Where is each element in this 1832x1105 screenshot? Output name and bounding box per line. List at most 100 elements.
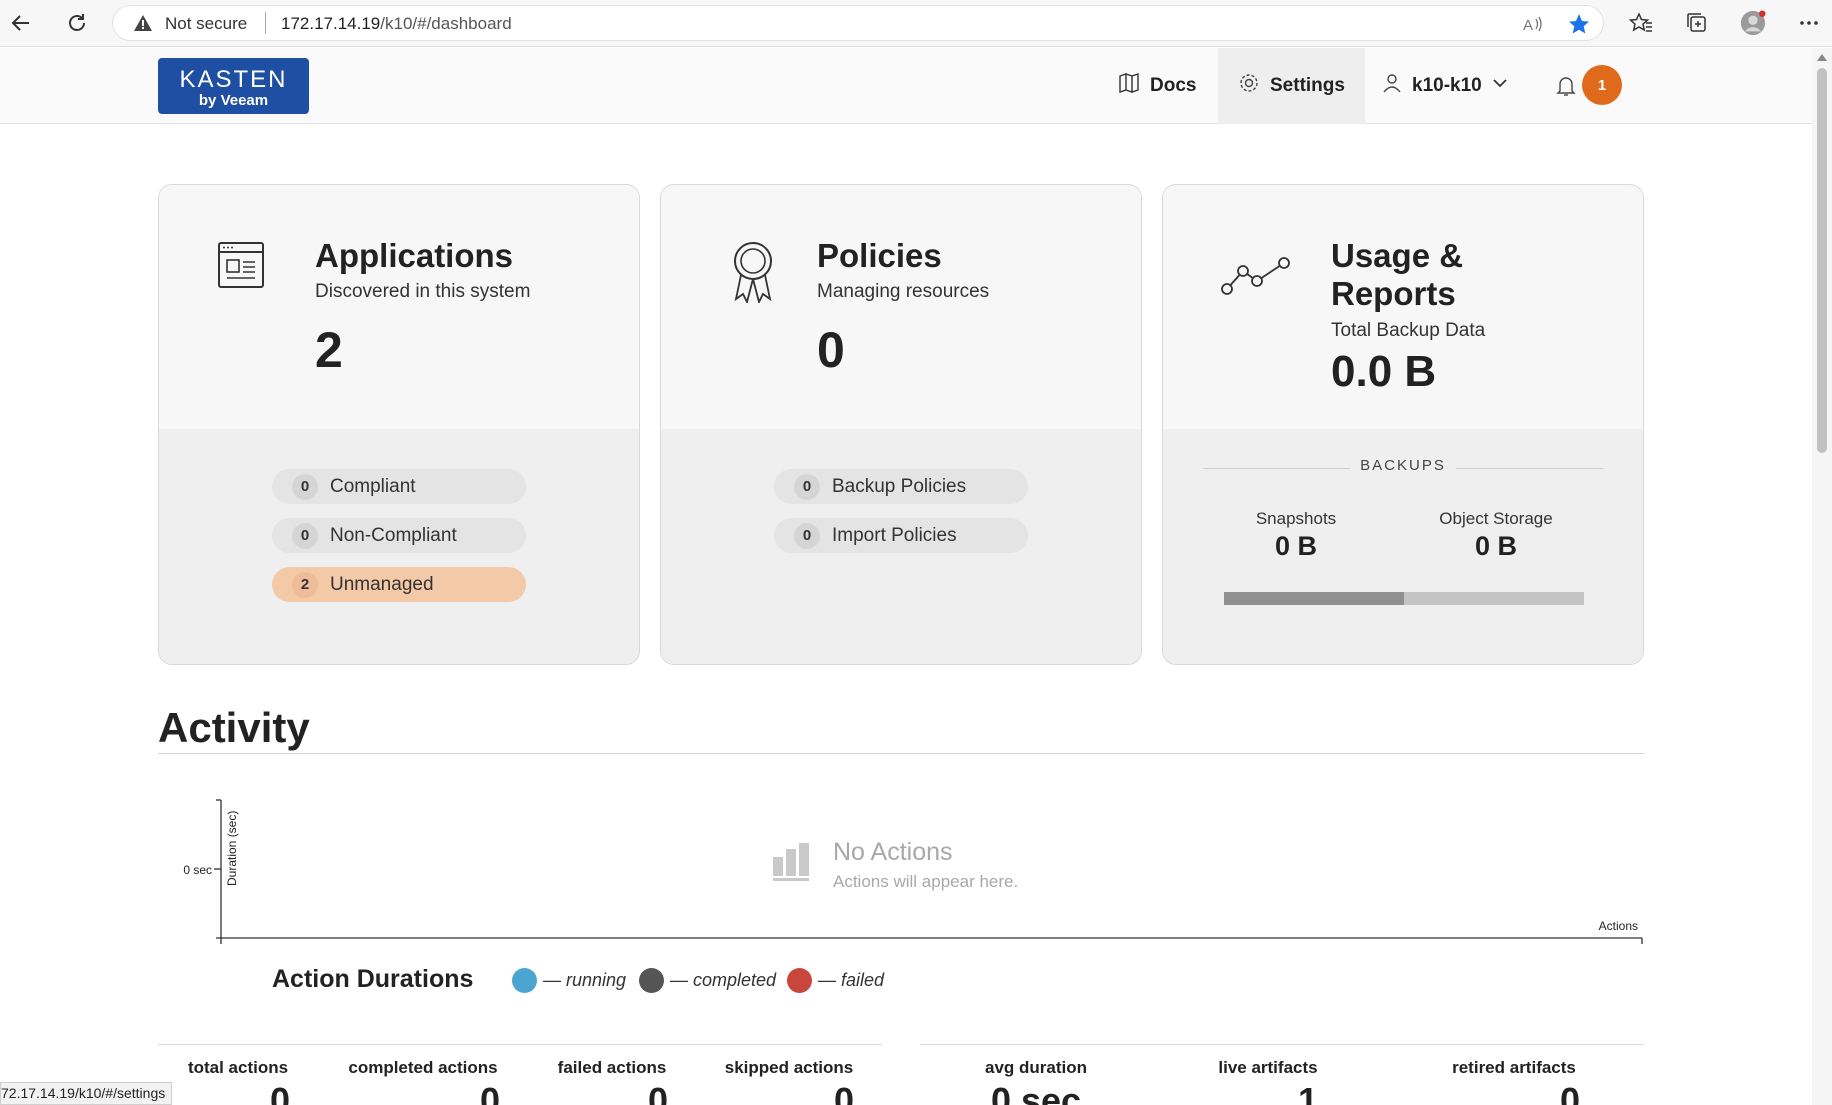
favorites-icon[interactable] xyxy=(1628,10,1654,36)
browser-toolbar: Not secure 172.17.14.19/k10/#/dashboard … xyxy=(0,0,1832,47)
read-aloud-icon[interactable]: A xyxy=(1521,12,1545,41)
snapshots-usage-fill xyxy=(1224,592,1404,605)
app-header: KASTEN by Veeam Docs Settings k10-k10 1 xyxy=(0,48,1812,124)
user-icon xyxy=(1382,73,1402,99)
live-artifacts-value: 1 xyxy=(1297,1080,1319,1105)
policies-count: 0 xyxy=(817,322,845,378)
logo-sub-text: by Veeam xyxy=(198,92,269,109)
retired-artifacts-value: 0 xyxy=(1559,1080,1581,1105)
pill-unmanaged[interactable]: 2 Unmanaged xyxy=(272,567,526,602)
empty-state-subtitle: Actions will appear here. xyxy=(833,872,1019,891)
legend-title: Action Durations xyxy=(272,965,474,993)
user-menu-label: k10-k10 xyxy=(1412,75,1482,96)
url-text: 172.17.14.19/k10/#/dashboard xyxy=(281,14,512,34)
award-ribbon-icon xyxy=(731,241,775,308)
pill-label: Import Policies xyxy=(832,524,957,546)
kasten-logo[interactable]: KASTEN by Veeam xyxy=(158,58,309,114)
applications-title: Applications xyxy=(315,237,514,274)
gear-icon xyxy=(1238,72,1260,100)
pill-count: 2 xyxy=(292,571,318,598)
storage-usage-bar xyxy=(1224,592,1584,605)
pill-label: Unmanaged xyxy=(330,573,434,595)
pill-label: Compliant xyxy=(330,475,416,497)
avg-duration-label: avg duration xyxy=(984,1058,1087,1077)
pill-count: 0 xyxy=(292,522,318,549)
applications-card[interactable]: Applications Discovered in this system 2… xyxy=(158,184,640,665)
y-axis-label: Duration (sec) xyxy=(225,811,239,886)
back-arrow-icon[interactable] xyxy=(8,10,34,36)
y-tick-label: 0 sec xyxy=(183,863,212,877)
total-actions-label: total actions xyxy=(187,1058,289,1077)
usage-reports-card[interactable]: Usage & Reports Total Backup Data 0.0 B … xyxy=(1162,184,1644,665)
chevron-down-icon xyxy=(1492,75,1508,97)
activity-heading: Activity xyxy=(158,704,310,751)
object-storage-label: Object Storage xyxy=(1439,509,1553,528)
backups-label: BACKUPS xyxy=(1350,457,1456,474)
line-graph-icon xyxy=(1221,255,1291,300)
usage-total: 0.0 B xyxy=(1331,347,1437,396)
live-artifacts-label: live artifacts xyxy=(1218,1058,1318,1077)
legend-dot xyxy=(639,968,664,993)
scrollbar-thumb[interactable] xyxy=(1817,68,1827,453)
pill-count: 0 xyxy=(794,473,820,500)
failed-actions-label: failed actions xyxy=(557,1058,667,1077)
legend-running: — running xyxy=(512,968,626,993)
address-bar[interactable]: Not secure 172.17.14.19/k10/#/dashboard … xyxy=(112,5,1604,41)
scroll-up-arrow-icon[interactable] xyxy=(1817,54,1827,61)
notification-badge[interactable]: 1 xyxy=(1582,65,1622,105)
policies-title: Policies xyxy=(817,237,942,274)
failed-actions-value: 0 xyxy=(647,1080,669,1105)
more-menu-icon[interactable] xyxy=(1796,10,1822,36)
reload-icon[interactable] xyxy=(64,10,90,36)
snapshots-label: Snapshots xyxy=(1255,509,1337,528)
summary-divider-left xyxy=(158,1044,882,1045)
action-duration-chart: 0 sec Duration (sec) Actions xyxy=(183,799,1643,944)
retired-artifacts-label: retired artifacts xyxy=(1452,1058,1576,1077)
pill-import-policies[interactable]: 0 Import Policies xyxy=(774,518,1028,553)
empty-state-title: No Actions xyxy=(833,838,953,866)
pill-label: Backup Policies xyxy=(832,475,967,497)
warning-icon xyxy=(133,14,153,37)
nav-docs[interactable]: Docs xyxy=(1118,48,1196,124)
legend-label: — failed xyxy=(818,970,885,990)
user-menu[interactable]: k10-k10 xyxy=(1382,48,1508,124)
pill-backup-policies[interactable]: 0 Backup Policies xyxy=(774,469,1028,504)
summary-divider-right xyxy=(920,1044,1644,1045)
backups-heading: BACKUPS xyxy=(1163,457,1643,474)
notifications-bell-icon[interactable] xyxy=(1556,48,1576,124)
book-icon xyxy=(1118,72,1140,100)
nav-settings[interactable]: Settings xyxy=(1218,48,1365,124)
pill-count: 0 xyxy=(794,522,820,549)
total-actions-value: 0 xyxy=(269,1080,291,1105)
profile-avatar-icon[interactable] xyxy=(1740,10,1766,36)
object-storage-value: 0 B xyxy=(1474,531,1518,561)
policies-card[interactable]: Policies Managing resources 0 0 Backup P… xyxy=(660,184,1142,665)
card-top xyxy=(159,185,639,429)
nav-settings-label: Settings xyxy=(1270,75,1345,96)
link-status-url: 72.17.14.19/k10/#/settings xyxy=(0,1082,173,1105)
usage-title-line1: Usage & xyxy=(1331,237,1464,274)
page-scrollbar[interactable] xyxy=(1812,48,1832,1105)
logo-main-text: KASTEN xyxy=(179,66,288,93)
pill-non-compliant[interactable]: 0 Non-Compliant xyxy=(272,518,526,553)
url-path: /k10/#/dashboard xyxy=(380,14,512,33)
pill-compliant[interactable]: 0 Compliant xyxy=(272,469,526,504)
pill-label: Non-Compliant xyxy=(330,524,457,546)
collections-icon[interactable] xyxy=(1684,10,1710,36)
skipped-actions-label: skipped actions xyxy=(724,1058,854,1077)
usage-subtitle: Total Backup Data xyxy=(1331,320,1486,341)
bar-chart-icon xyxy=(773,843,809,881)
completed-actions-label: completed actions xyxy=(348,1058,498,1077)
url-host: 172.17.14.19 xyxy=(281,14,381,33)
legend-dot xyxy=(787,968,812,993)
skipped-actions-value: 0 xyxy=(833,1080,855,1105)
legend-completed: — completed xyxy=(639,968,776,993)
application-window-icon xyxy=(217,241,265,294)
policies-subtitle: Managing resources xyxy=(817,281,990,302)
applications-subtitle: Discovered in this system xyxy=(315,281,531,302)
address-separator xyxy=(265,12,266,34)
favorite-star-icon[interactable] xyxy=(1567,12,1591,41)
nav-docs-label: Docs xyxy=(1150,75,1197,96)
security-label: Not secure xyxy=(165,14,248,33)
pill-count: 0 xyxy=(292,473,318,500)
